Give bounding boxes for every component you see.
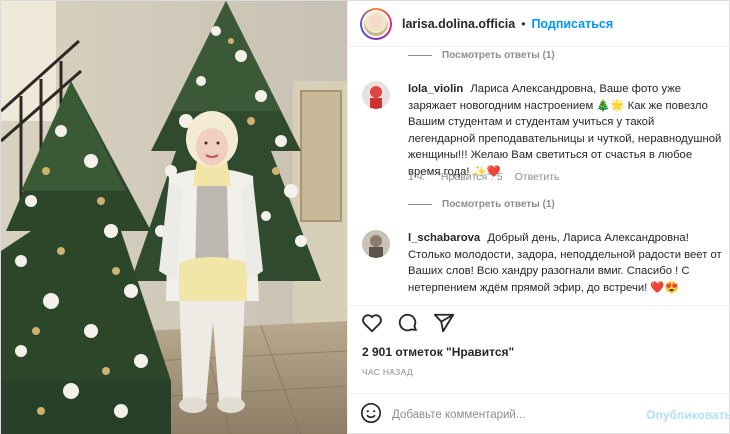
photo-illustration	[1, 1, 347, 434]
add-comment-bar: Опубликовать	[348, 393, 730, 434]
comment-time[interactable]: 1 ч.	[408, 171, 425, 183]
instagram-post: larisa.dolina.officia • Подписаться Посм…	[0, 0, 730, 434]
comment-body: lola_violin Лариса Александровна, Ваше ф…	[408, 81, 724, 180]
comment-text: Лариса Александровна, Ваше фото уже заря…	[408, 83, 722, 178]
comment-reply-button[interactable]: Ответить	[515, 171, 560, 183]
post-actions	[348, 305, 730, 339]
commenter-avatar[interactable]	[362, 230, 390, 258]
header-separator: •	[521, 16, 526, 31]
comment-body: l_schabarova Добрый день, Лариса Алексан…	[408, 230, 724, 296]
post-photo[interactable]	[1, 1, 347, 434]
likes-count[interactable]: 2 901 отметок "Нравится"	[362, 345, 514, 359]
comment-input[interactable]	[392, 408, 641, 421]
post-sidebar: larisa.dolina.officia • Подписаться Посм…	[347, 1, 730, 434]
author-avatar[interactable]	[360, 7, 392, 40]
smile-icon[interactable]	[360, 402, 382, 427]
replies-line	[408, 55, 432, 56]
view-replies-label: Посмотреть ответы (1)	[442, 50, 555, 61]
avatar-inner	[362, 9, 390, 38]
comments-list[interactable]: Посмотреть ответы (1) lola_violin Лариса…	[348, 47, 730, 305]
commenter-avatar[interactable]	[362, 81, 390, 109]
avatar-image	[364, 11, 388, 36]
commenter-avatar-image	[362, 81, 390, 109]
view-replies-button[interactable]: Посмотреть ответы (1)	[408, 50, 555, 61]
comment-item: l_schabarova Добрый день, Лариса Алексан…	[362, 230, 724, 296]
comment-icon[interactable]	[396, 311, 420, 335]
share-icon[interactable]	[432, 311, 456, 335]
comment-username[interactable]: l_schabarova	[408, 232, 480, 244]
post-header: larisa.dolina.officia • Подписаться	[348, 1, 730, 47]
heart-icon[interactable]	[360, 311, 384, 335]
view-replies-label: Посмотреть ответы (1)	[442, 199, 555, 210]
comment-meta: 1 ч. "Нравится": 5 Ответить	[408, 171, 560, 183]
comment-likes[interactable]: "Нравится": 5	[437, 171, 502, 183]
author-username[interactable]: larisa.dolina.officia	[402, 17, 515, 31]
comment-username[interactable]: lola_violin	[408, 83, 463, 95]
publish-button[interactable]: Опубликовать	[646, 408, 730, 422]
view-replies-button[interactable]: Посмотреть ответы (1)	[408, 199, 555, 210]
follow-button[interactable]: Подписаться	[531, 17, 613, 31]
replies-line	[408, 204, 432, 205]
commenter-avatar-image	[362, 230, 390, 258]
comment-item: lola_violin Лариса Александровна, Ваше ф…	[362, 81, 724, 180]
post-timestamp[interactable]: ЧАС НАЗАД	[362, 367, 413, 377]
